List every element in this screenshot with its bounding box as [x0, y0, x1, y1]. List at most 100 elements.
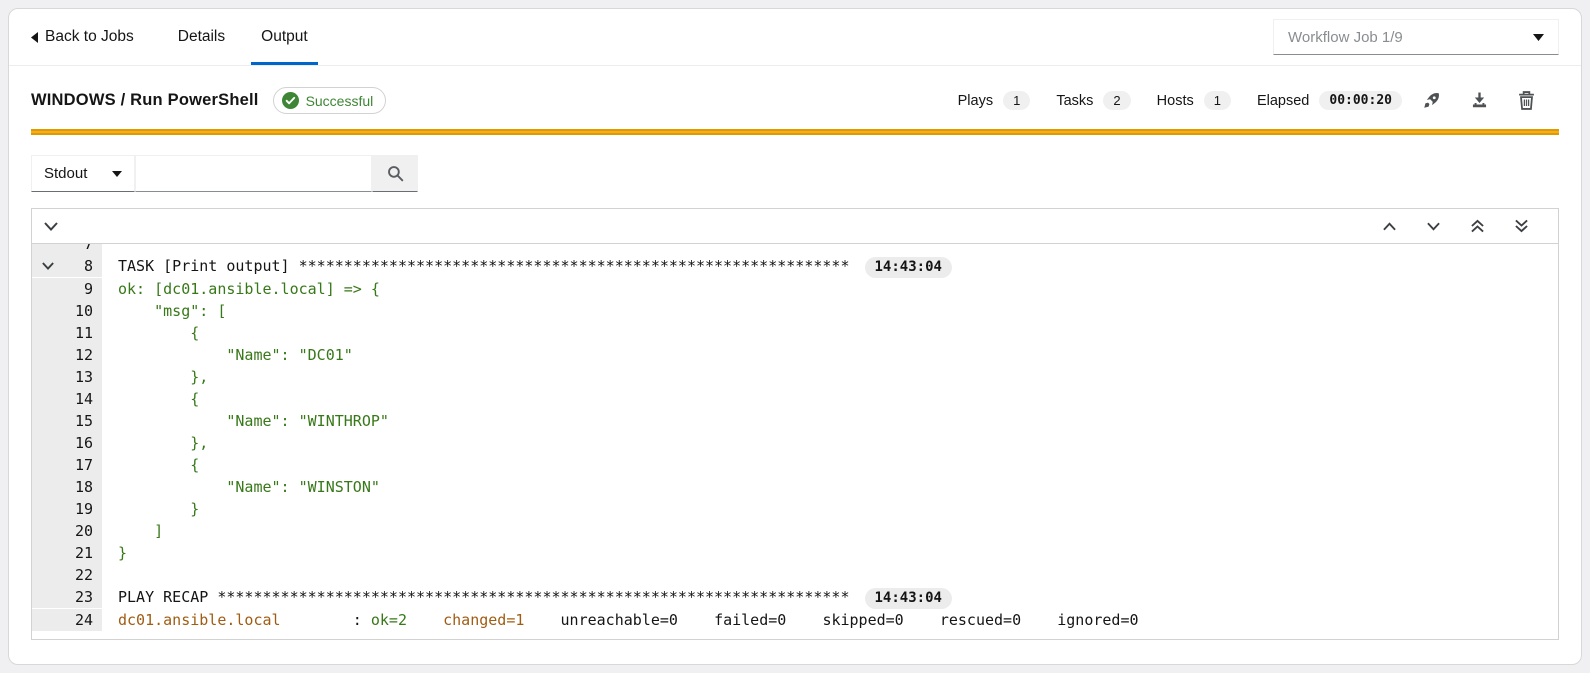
stat-label: Plays — [958, 93, 993, 109]
console-line: 18 "Name": "WINSTON" — [32, 476, 1558, 498]
console-line: 24dc01.ansible.local : ok=2 changed=1 un… — [32, 609, 1558, 631]
elapsed-value: 00:00:20 — [1319, 91, 1402, 110]
line-number: 15 — [64, 410, 102, 432]
line-segment — [407, 611, 443, 629]
line-number: 22 — [64, 564, 102, 586]
line-expand-cell — [32, 300, 64, 322]
download-button[interactable] — [1471, 92, 1488, 110]
line-number: 20 — [64, 520, 102, 542]
delete-button[interactable] — [1518, 91, 1535, 110]
scroll-next-button[interactable] — [1427, 222, 1440, 231]
line-content: } — [102, 498, 199, 520]
tab-output[interactable]: Output — [251, 9, 318, 65]
search-input[interactable] — [135, 155, 372, 192]
console-line: 19 } — [32, 498, 1558, 520]
line-segment: { — [118, 390, 199, 408]
line-number: 16 — [64, 432, 102, 454]
search-icon — [387, 165, 404, 182]
line-expand-cell — [32, 520, 64, 542]
line-segment — [786, 611, 822, 629]
search-button[interactable] — [372, 155, 418, 192]
back-to-jobs-label: Back to Jobs — [45, 28, 134, 46]
double-chevron-up-icon — [1471, 219, 1484, 233]
chevron-down-icon — [1533, 34, 1544, 41]
line-content: { — [102, 388, 199, 410]
line-expand-toggle[interactable] — [32, 255, 64, 277]
line-content: }, — [102, 366, 208, 388]
chevron-down-icon — [44, 222, 58, 231]
workflow-job-select[interactable]: Workflow Job 1/9 — [1273, 19, 1559, 55]
console-line: 12 "Name": "DC01" — [32, 344, 1558, 366]
line-expand-cell — [32, 432, 64, 454]
line-segment: "Name": "DC01" — [118, 346, 353, 364]
line-expand-cell — [32, 244, 64, 255]
download-icon — [1471, 92, 1488, 110]
timestamp-badge: 14:43:04 — [865, 257, 952, 278]
line-segment — [524, 611, 560, 629]
line-segment: changed=1 — [443, 611, 524, 629]
job-title: WINDOWS / Run PowerShell — [31, 91, 259, 110]
back-to-jobs-link[interactable]: Back to Jobs — [31, 9, 134, 65]
job-stats: Plays1Tasks2Hosts1 Elapsed 00:00:20 — [958, 91, 1402, 110]
stat-count-badge: 1 — [1003, 91, 1030, 110]
relaunch-button[interactable] — [1422, 91, 1441, 110]
line-segment: ignored=0 — [1057, 611, 1138, 629]
scroll-to-top-button[interactable] — [1471, 219, 1484, 233]
stat-hosts: Hosts1 — [1157, 91, 1231, 110]
line-segment: ] — [118, 522, 163, 540]
line-number: 17 — [64, 454, 102, 476]
console-line: 14 { — [32, 388, 1558, 410]
line-segment: skipped=0 — [822, 611, 903, 629]
console-line: 8TASK [Print output] *******************… — [32, 255, 1558, 278]
chevron-down-icon — [1427, 222, 1440, 231]
line-segment: : — [281, 611, 371, 629]
line-content: "Name": "WINSTON" — [102, 476, 380, 498]
console-line: 20 ] — [32, 520, 1558, 542]
line-segment: { — [118, 324, 199, 342]
tab-details-label: Details — [178, 28, 225, 46]
chevron-down-icon — [42, 262, 54, 270]
line-content: { — [102, 322, 199, 344]
line-content: TASK [Print output] ********************… — [102, 255, 952, 278]
line-content: dc01.ansible.local : ok=2 changed=1 unre… — [102, 609, 1139, 631]
console-line: 11 { — [32, 322, 1558, 344]
line-content: }, — [102, 432, 208, 454]
line-number: 11 — [64, 322, 102, 344]
tab-output-label: Output — [261, 28, 308, 46]
scroll-previous-button[interactable] — [1383, 222, 1396, 231]
line-expand-cell — [32, 344, 64, 366]
line-segment: rescued=0 — [940, 611, 1021, 629]
line-number: 19 — [64, 498, 102, 520]
tabs-row: Back to Jobs Details Output Workflow Job… — [9, 9, 1581, 66]
line-expand-cell — [32, 476, 64, 498]
line-expand-cell — [32, 388, 64, 410]
line-number: 8 — [64, 255, 102, 277]
line-content: "Name": "DC01" — [102, 344, 353, 366]
line-expand-cell — [32, 586, 64, 608]
line-segment: ok=2 — [371, 611, 407, 629]
line-expand-cell — [32, 322, 64, 344]
tab-details[interactable]: Details — [168, 9, 235, 65]
stat-label: Tasks — [1056, 93, 1093, 109]
check-circle-icon — [282, 92, 299, 109]
console-line: 17 { — [32, 454, 1558, 476]
line-expand-cell — [32, 278, 64, 300]
line-segment — [1021, 611, 1057, 629]
trash-icon — [1518, 91, 1535, 110]
search-filter-select[interactable]: Stdout — [31, 155, 135, 192]
line-content: { — [102, 454, 199, 476]
job-status-divider — [31, 129, 1559, 135]
line-segment — [904, 611, 940, 629]
line-segment — [678, 611, 714, 629]
double-chevron-down-icon — [1515, 219, 1528, 233]
expand-collapse-all-button[interactable] — [44, 222, 58, 231]
line-content: } — [102, 542, 127, 564]
console-line: 7 — [32, 244, 1558, 255]
search-filter-value: Stdout — [44, 165, 87, 182]
stat-count-badge: 2 — [1103, 91, 1130, 110]
scroll-to-bottom-button[interactable] — [1515, 219, 1528, 233]
line-segment: } — [118, 544, 127, 562]
line-segment: }, — [118, 434, 208, 452]
timestamp-badge: 14:43:04 — [865, 588, 952, 609]
console-line: 13 }, — [32, 366, 1558, 388]
